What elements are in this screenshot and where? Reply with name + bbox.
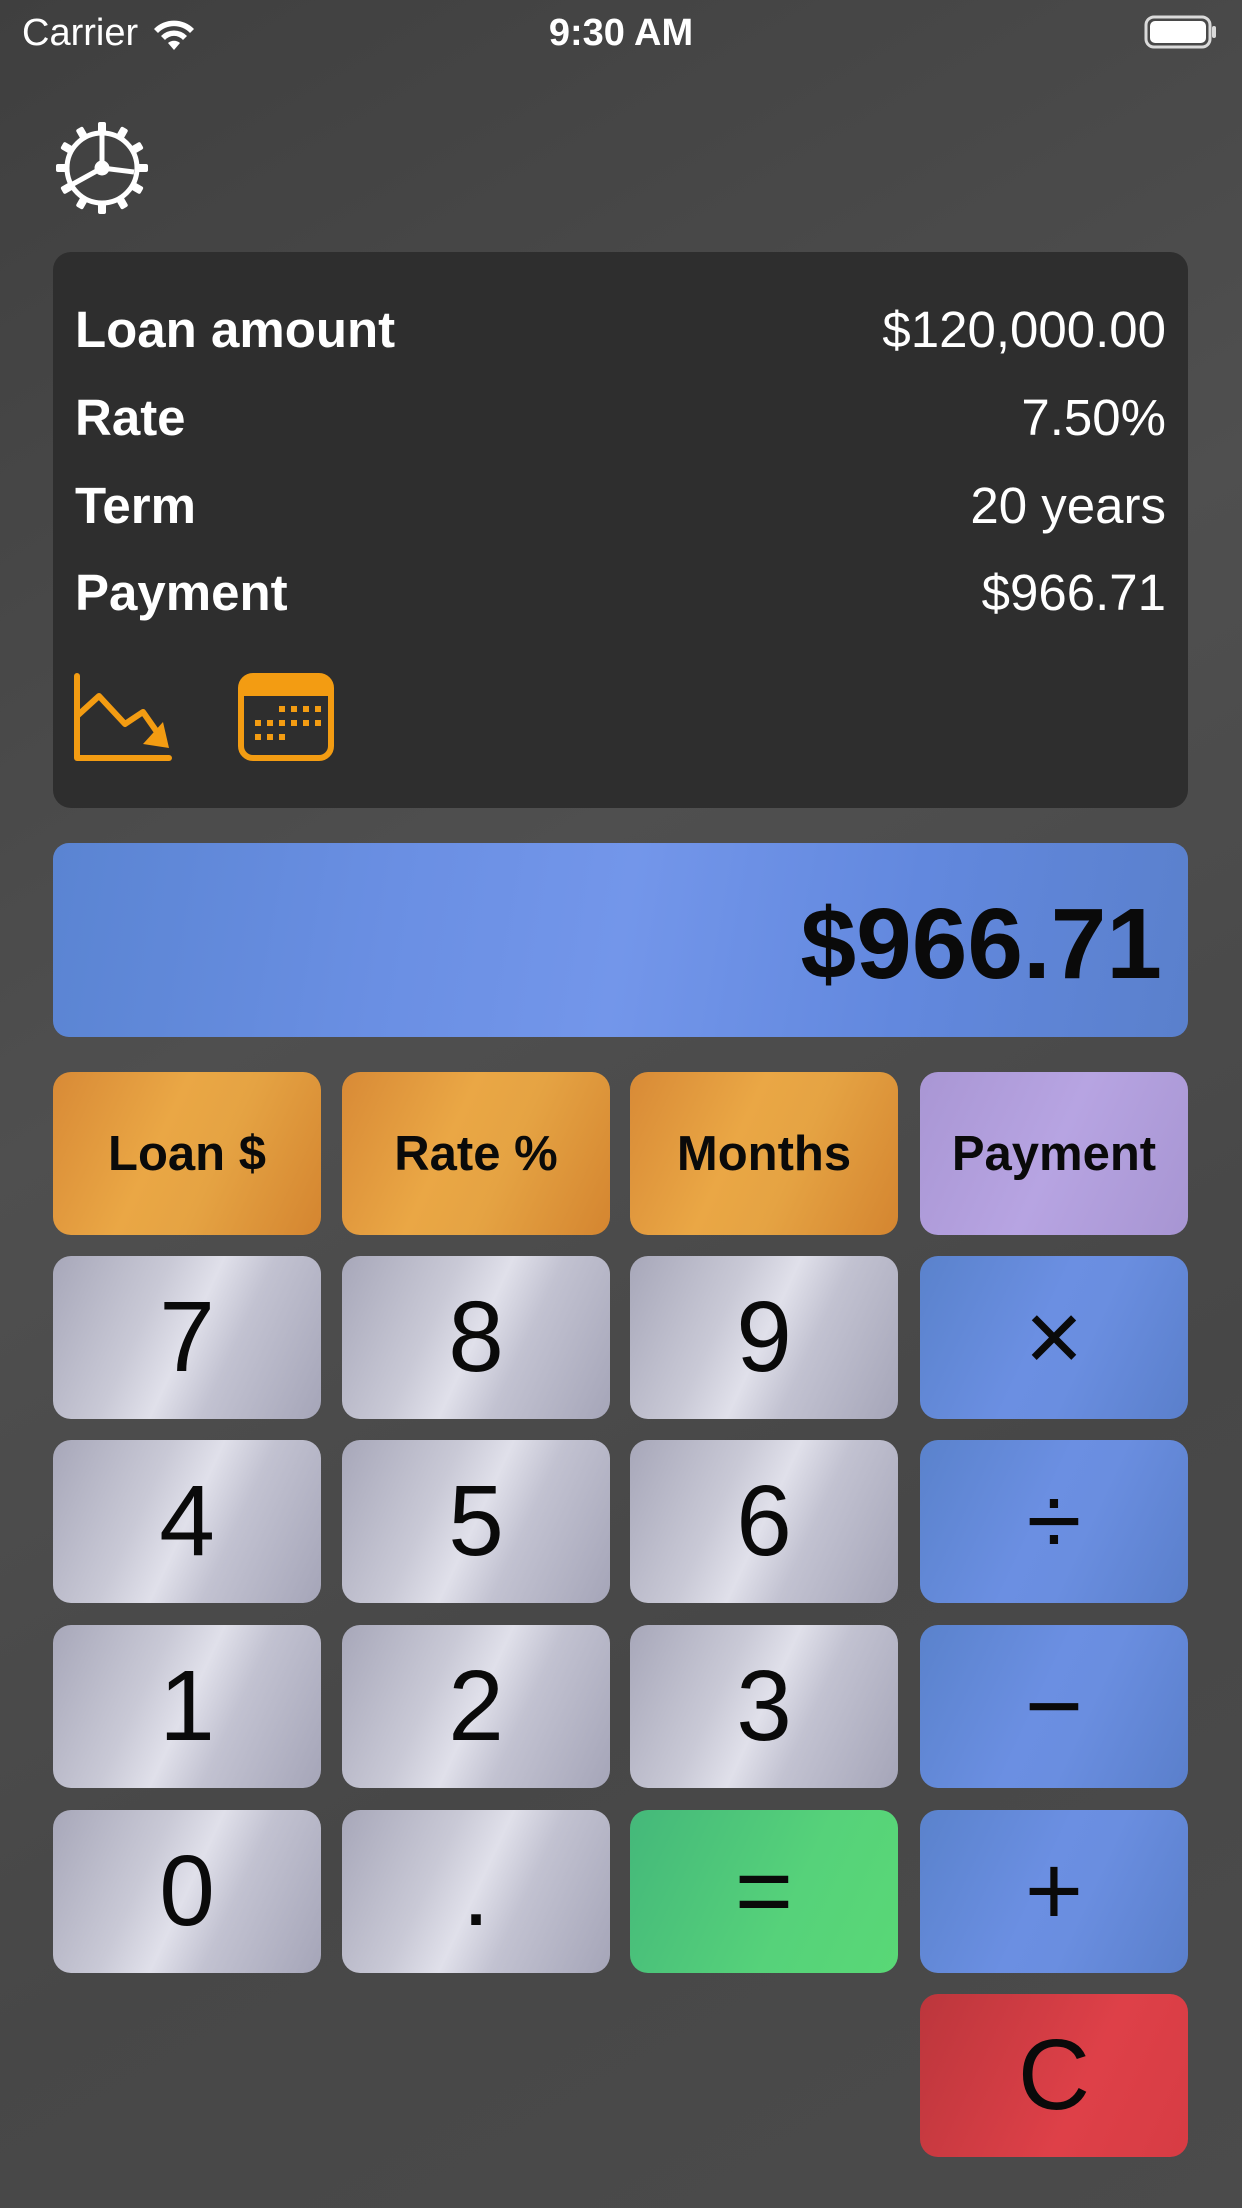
loan-amount-label: Loan amount [75,301,396,358]
status-time: 9:30 AM [548,12,694,54]
divide-key[interactable]: ÷ [920,1440,1188,1603]
months-key[interactable]: Months [630,1072,898,1235]
clear-key[interactable]: C [920,1994,1188,2157]
rate-label: Rate [75,389,186,446]
payment-label: Payment [75,564,288,621]
digit-4-key[interactable]: 4 [53,1440,321,1603]
status-bar: Carrier 9:30 AM [0,0,1242,66]
digit-8-key[interactable]: 8 [342,1256,610,1419]
digit-2-key[interactable]: 2 [342,1625,610,1788]
summary-row-term: Term 20 years [75,476,1166,536]
multiply-key[interactable]: × [920,1256,1188,1419]
payment-value: $966.71 [981,564,1166,621]
chart-down-icon[interactable] [73,672,173,764]
plus-key[interactable]: + [920,1810,1188,1973]
digit-7-key[interactable]: 7 [53,1256,321,1419]
loan-summary-panel: Loan amount $120,000.00 Rate 7.50% Term … [53,252,1188,808]
display-value: $966.71 [800,888,1162,1000]
loan-amount-key[interactable]: Loan $ [53,1072,321,1235]
digit-3-key[interactable]: 3 [630,1625,898,1788]
rate-key[interactable]: Rate % [342,1072,610,1235]
term-label: Term [75,477,196,534]
decimal-key[interactable]: . [342,1810,610,1973]
equals-key[interactable]: = [630,1810,898,1973]
rate-value: 7.50% [1021,389,1166,446]
calendar-icon[interactable] [237,670,335,762]
battery-icon [1144,15,1216,49]
digit-5-key[interactable]: 5 [342,1440,610,1603]
loan-amount-value: $120,000.00 [882,301,1166,358]
gear-icon[interactable] [52,118,152,218]
digit-0-key[interactable]: 0 [53,1810,321,1973]
summary-row-payment: Payment $966.71 [75,563,1166,623]
digit-9-key[interactable]: 9 [630,1256,898,1419]
minus-key[interactable]: − [920,1625,1188,1788]
digit-6-key[interactable]: 6 [630,1440,898,1603]
payment-key[interactable]: Payment [920,1072,1188,1235]
summary-row-rate: Rate 7.50% [75,388,1166,448]
digit-1-key[interactable]: 1 [53,1625,321,1788]
calculator-display: $966.71 [53,843,1188,1037]
term-value: 20 years [970,477,1166,534]
summary-row-loan-amount: Loan amount $120,000.00 [75,300,1166,360]
